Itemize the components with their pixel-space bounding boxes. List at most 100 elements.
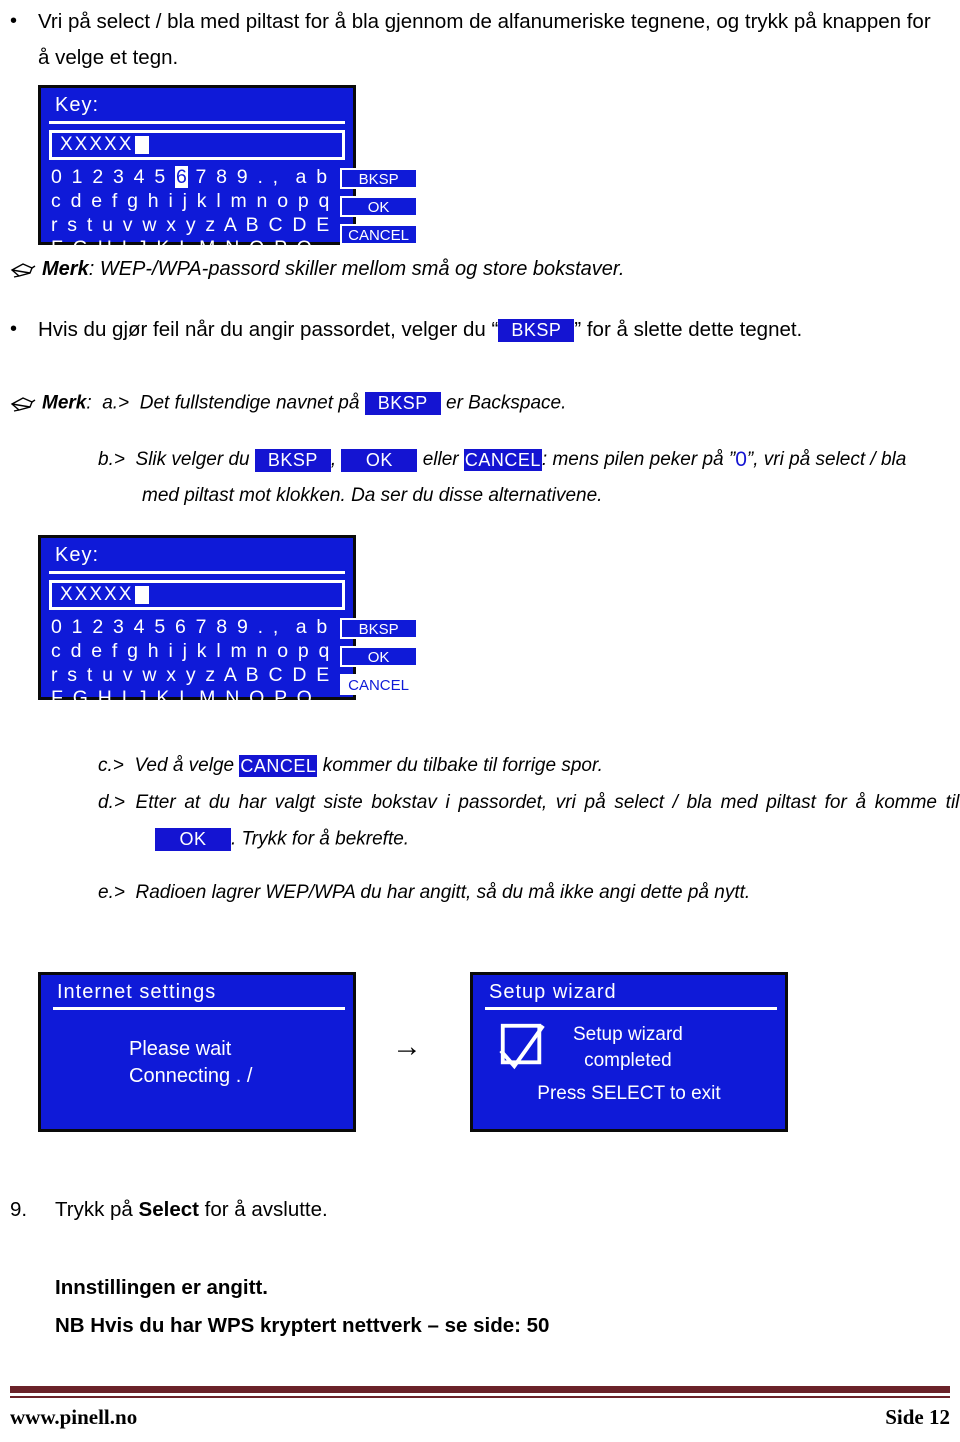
- key-input-value: XXXXX: [60, 584, 134, 605]
- lcd-screen-key-entry-2: Key: XXXXX 0 1 2 3 4 5 6 7 8 9 . , a b c…: [38, 535, 418, 709]
- note2-item-b: b.> Slik velger du BKSP, OK eller CANCEL…: [98, 448, 958, 472]
- note-row-2: Merk: a.> Det fullstendige navnet på BKS…: [10, 392, 950, 415]
- lcd-body: 0 1 2 3 4 5 6 7 8 9 . , a b c d e f g h …: [41, 160, 418, 267]
- footer-rule-thin: [10, 1396, 950, 1398]
- charmatrix-row0: 0 1 2 3 4 5 6 7 8 9 . , a b: [51, 616, 330, 638]
- bullet-marker: •: [10, 318, 18, 340]
- charmatrix-selected-char: 6: [174, 166, 188, 188]
- item-d-row: d.> Etter at du har valgt siste bokstav …: [98, 792, 960, 814]
- closing-line-1: Innstillingen er angitt.: [55, 1276, 268, 1299]
- bullet-marker: •: [10, 10, 18, 32]
- badge-cancel[interactable]: CANCEL: [239, 755, 318, 777]
- footer-website[interactable]: www.pinell.no: [10, 1405, 137, 1430]
- badge-bksp[interactable]: BKSP: [254, 448, 331, 472]
- character-matrix[interactable]: 0 1 2 3 4 5 6 7 8 9 . , a b c d e f g h …: [51, 166, 332, 261]
- item-d-text: Etter at du har valgt siste bokstav i pa…: [135, 792, 960, 813]
- charmatrix-row2: r s t u v w x y z A B C D E: [51, 663, 332, 686]
- step-9-bold-word: Select: [138, 1198, 199, 1221]
- charmatrix-row0-suffix: 7 8 9 . , a b: [187, 166, 330, 188]
- text-cursor-icon: [135, 136, 150, 154]
- note-row-1: Merk: WEP-/WPA-passord skiller mellom sm…: [10, 258, 930, 281]
- item-c-marker: c.>: [98, 755, 124, 777]
- softkey-column: BKSP OK CANCEL: [339, 616, 418, 711]
- wizard-message-line2: completed: [584, 1049, 672, 1071]
- item-d-row2: OK. Trykk for å bekrefte.: [155, 828, 955, 851]
- bullet-bksp-text: Hvis du gjør feil når du angir passordet…: [38, 312, 940, 348]
- item-c-text-before: Ved å velge: [134, 755, 235, 777]
- note2-item-b-mid: eller: [422, 449, 459, 471]
- note2-item-a-marker: a.>: [102, 392, 130, 414]
- step-9-number: 9.: [10, 1198, 28, 1221]
- item-d-text-after: . Trykk for å bekrefte.: [231, 828, 410, 850]
- note2-item-b-line2: med piltast mot klokken. Da ser du disse…: [142, 485, 603, 506]
- lcd-divider: [49, 121, 345, 124]
- note2-item-b-text-after2: ”, vri på select / bla: [746, 449, 907, 471]
- softkey-bksp[interactable]: BKSP: [339, 168, 418, 189]
- charmatrix-row3: F G H I J K L M N O P Q: [51, 237, 314, 260]
- wizard-exit-hint: Press SELECT to exit: [537, 1083, 721, 1104]
- status-line-please-wait: Please wait: [129, 1038, 232, 1060]
- footer-page-number: Side 12: [885, 1405, 950, 1429]
- badge-ok[interactable]: OK: [155, 828, 231, 851]
- note-pointer-icon: [10, 261, 36, 279]
- closing-line-2: NB Hvis du har WPS kryptert nettverk – s…: [55, 1314, 550, 1337]
- softkey-ok[interactable]: OK: [339, 196, 418, 217]
- note2-item-b-comma: ,: [330, 449, 337, 471]
- note2-item-b-marker: b.>: [98, 449, 125, 471]
- item-c-text-after: kommer du tilbake til forrige spor.: [322, 755, 603, 777]
- softkey-column: BKSP OK CANCEL: [339, 166, 418, 261]
- intro-bullet-row: • Vri på select / bla med piltast for å …: [0, 4, 940, 76]
- note2-label: Merk: [42, 392, 87, 414]
- item-e-marker: e.>: [98, 882, 125, 903]
- softkey-cancel[interactable]: CANCEL: [339, 224, 418, 245]
- lcd-screen-internet-settings: Internet settings Please wait Connecting…: [38, 972, 356, 1132]
- softkey-cancel[interactable]: CANCEL: [339, 674, 418, 695]
- note2-item-a-text-before: Det fullstendige navnet på: [139, 392, 360, 414]
- item-e-text: Radioen lagrer WEP/WPA du har angitt, så…: [135, 882, 751, 903]
- charmatrix-row2: r s t u v w x y z A B C D E: [51, 213, 332, 236]
- lcd-title: Key:: [55, 544, 100, 566]
- bullet-bksp-text-before: Hvis du gjør feil når du angir passordet…: [38, 318, 499, 341]
- softkey-ok[interactable]: OK: [339, 646, 418, 667]
- note2-colon: :: [86, 392, 92, 414]
- step-9-text-after: for å avslutte.: [198, 1198, 328, 1221]
- note-text: WEP-/WPA-passord skiller mellom små og s…: [94, 258, 625, 280]
- lcd-body: 0 1 2 3 4 5 6 7 8 9 . , a b c d e f g h …: [41, 610, 418, 717]
- item-e-row: e.> Radioen lagrer WEP/WPA du har angitt…: [98, 882, 958, 904]
- lcd-status-block: Please wait Connecting . /: [41, 1010, 353, 1090]
- key-input-value: XXXXX: [60, 134, 134, 155]
- lcd-title: Setup wizard: [489, 981, 617, 1003]
- softkey-bksp[interactable]: BKSP: [339, 618, 418, 639]
- bullet-bksp-text-after: ” for å slette dette tegnet.: [574, 318, 803, 341]
- note2-item-b-text-before: Slik velger du: [135, 449, 250, 471]
- text-cursor-icon: [135, 586, 150, 604]
- key-input-field[interactable]: XXXXX: [49, 130, 345, 160]
- note2-item-b-text-after: : mens pilen peker på ”: [541, 449, 736, 471]
- step-9-text-before: Trykk på: [55, 1198, 139, 1221]
- wizard-message-line1: Setup wizard: [573, 1023, 683, 1045]
- note-pointer-icon: [10, 395, 36, 413]
- checkbox-checked-icon: [497, 1020, 547, 1075]
- blue-zero-char: 0: [735, 448, 747, 471]
- wizard-message: Setup wizard completed: [573, 1022, 683, 1073]
- badge-bksp[interactable]: BKSP: [364, 392, 441, 415]
- item-c-row: c.> Ved å velge CANCEL kommer du tilbake…: [98, 755, 958, 777]
- key-input-field[interactable]: XXXXX: [49, 580, 345, 610]
- charmatrix-row3: F G H I J K L M N O P Q: [51, 687, 314, 710]
- character-matrix[interactable]: 0 1 2 3 4 5 6 7 8 9 . , a b c d e f g h …: [51, 616, 332, 711]
- lcd-title: Internet settings: [57, 981, 217, 1003]
- charmatrix-row0-prefix: 0 1 2 3 4 5: [51, 166, 175, 188]
- badge-ok[interactable]: OK: [341, 448, 418, 472]
- bullet-row-bksp: • Hvis du gjør feil når du angir passord…: [0, 312, 940, 348]
- badge-cancel[interactable]: CANCEL: [463, 449, 542, 471]
- footer: www.pinell.no Side 12: [10, 1405, 950, 1430]
- status-line-connecting: Connecting . /: [129, 1065, 253, 1087]
- step-9-row: 9. Trykk på Select for å avslutte.: [10, 1198, 930, 1222]
- charmatrix-row1: c d e f g h i j k l m n o p q: [51, 639, 332, 662]
- badge-bksp[interactable]: BKSP: [498, 319, 575, 343]
- lcd-divider: [49, 571, 345, 574]
- intro-text: Vri på select / bla med piltast for å bl…: [38, 10, 931, 69]
- charmatrix-row1: c d e f g h i j k l m n o p q: [51, 189, 332, 212]
- lcd-screen-setup-wizard: Setup wizard Setup wizard completed Pres…: [470, 972, 788, 1132]
- arrow-right-icon: →: [392, 1030, 422, 1063]
